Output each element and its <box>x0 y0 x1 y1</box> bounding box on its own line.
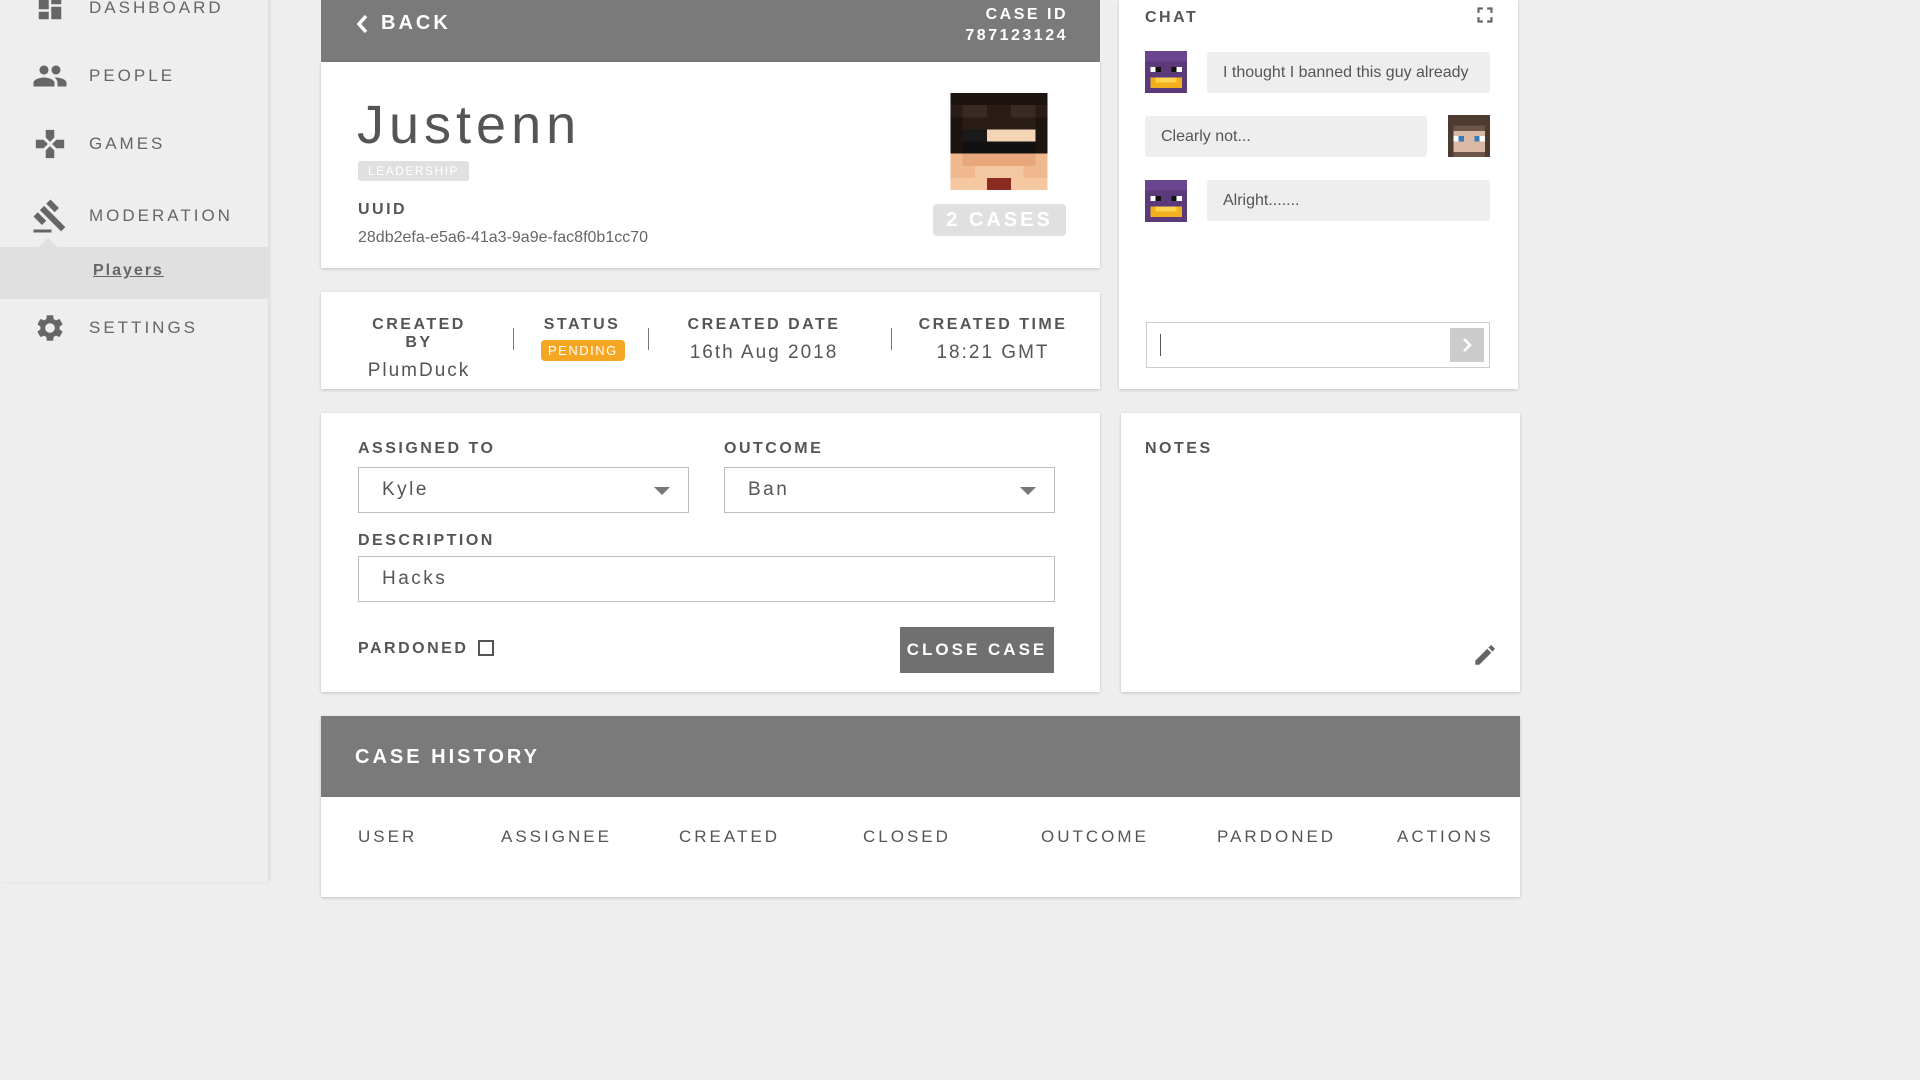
chevron-down-icon <box>1020 487 1036 495</box>
sidebar-subitem-players[interactable]: Players <box>0 247 268 299</box>
text-caret <box>1160 334 1161 356</box>
gavel-icon <box>32 198 68 234</box>
description-label: DESCRIPTION <box>358 532 495 549</box>
sidebar-item-label: SETTINGS <box>89 318 199 337</box>
created-time-value: 18:21 GMT <box>936 342 1050 363</box>
created-date-label: CREATED DATE <box>687 316 841 333</box>
back-button[interactable]: BACK <box>353 12 451 35</box>
sidebar: DASHBOARD PEOPLE GAMES MODERATION Player… <box>0 0 268 882</box>
chat-message: Clearly not... <box>1145 116 1427 157</box>
divider <box>891 328 892 350</box>
sidebar-item-label: DASHBOARD <box>89 0 224 17</box>
column-header-pardoned[interactable]: PARDONED <box>1217 827 1336 847</box>
sidebar-item-label: PEOPLE <box>89 66 176 85</box>
chevron-left-icon <box>356 14 368 33</box>
created-date-value: 16th Aug 2018 <box>689 342 839 363</box>
created-by-value: PlumDuck <box>367 360 471 381</box>
dashboard-icon <box>32 0 68 26</box>
created-time-label: CREATED TIME <box>918 316 1068 333</box>
status-badge: PENDING <box>541 340 625 361</box>
case-history-table: USER ASSIGNEE CREATED CLOSED OUTCOME PAR… <box>321 797 1520 897</box>
column-header-created[interactable]: CREATED <box>679 827 780 847</box>
chat-avatar-plumduck <box>1145 51 1187 93</box>
column-header-assignee[interactable]: ASSIGNEE <box>501 827 612 847</box>
cases-count-badge[interactable]: 2 CASES <box>933 204 1066 236</box>
column-header-closed[interactable]: CLOSED <box>863 827 951 847</box>
divider <box>513 328 514 350</box>
sidebar-subitem-label: Players <box>93 262 164 279</box>
case-edit-card: ASSIGNED TO Kyle OUTCOME Ban DESCRIPTION… <box>321 413 1100 692</box>
sidebar-item-dashboard[interactable]: DASHBOARD <box>0 0 268 28</box>
pardoned-checkbox[interactable] <box>478 640 494 656</box>
player-avatar <box>950 93 1048 190</box>
created-time: CREATED TIME 18:21 GMT <box>918 316 1068 364</box>
case-history-header: CASE HISTORY <box>321 716 1520 797</box>
chat-avatar-user <box>1448 115 1490 157</box>
back-label: BACK <box>381 12 451 34</box>
assigned-to-label: ASSIGNED TO <box>358 440 496 457</box>
send-button[interactable] <box>1450 328 1484 362</box>
divider <box>648 328 649 350</box>
assigned-to-value: Kyle <box>382 479 429 500</box>
uuid-label: UUID <box>358 201 408 218</box>
profile-header: BACK CASE ID 787123124 <box>321 0 1100 62</box>
chat-input[interactable] <box>1146 322 1490 368</box>
column-header-user[interactable]: USER <box>358 827 417 847</box>
pardoned-label: PARDONED <box>358 640 469 657</box>
created-date: CREATED DATE 16th Aug 2018 <box>681 316 847 364</box>
sidebar-item-label: GAMES <box>89 134 166 153</box>
case-id-label: CASE ID <box>985 6 1068 23</box>
created-by: CREATED BY PlumDuck <box>357 316 481 382</box>
sidebar-item-moderation[interactable]: MODERATION <box>0 196 268 236</box>
outcome-select[interactable]: Ban <box>724 467 1055 513</box>
case-history-title: CASE HISTORY <box>355 746 540 768</box>
pencil-icon[interactable] <box>1472 642 1498 668</box>
description-value: Hacks <box>382 568 448 589</box>
case-info-card: CREATED BY PlumDuck STATUS PENDING CREAT… <box>321 292 1100 389</box>
chevron-right-icon <box>1463 338 1472 352</box>
role-badge: LEADERSHIP <box>358 161 470 181</box>
chat-avatar-plumduck <box>1145 180 1187 222</box>
sidebar-item-settings[interactable]: SETTINGS <box>0 308 268 348</box>
sidebar-item-games[interactable]: GAMES <box>0 124 268 164</box>
assigned-to-select[interactable]: Kyle <box>358 467 689 513</box>
chat-panel: CHAT I thought I banned this guy already… <box>1119 0 1518 389</box>
chat-title: CHAT <box>1145 9 1199 26</box>
chat-message: Alright....... <box>1207 180 1490 221</box>
gamepad-icon <box>32 126 68 162</box>
sidebar-item-people[interactable]: PEOPLE <box>0 56 268 96</box>
notes-title: NOTES <box>1145 440 1213 457</box>
description-input[interactable]: Hacks <box>358 556 1055 602</box>
chat-message: I thought I banned this guy already <box>1207 52 1490 93</box>
uuid-value: 28db2efa-e5a6-41a3-9a9e-fac8f0b1cc70 <box>358 229 649 246</box>
gear-icon <box>32 310 68 346</box>
chevron-down-icon <box>654 487 670 495</box>
sidebar-item-label: MODERATION <box>89 206 233 225</box>
outcome-value: Ban <box>748 479 790 500</box>
player-profile-card: Justenn LEADERSHIP UUID 28db2efa-e5a6-41… <box>321 62 1100 268</box>
created-by-label: CREATED BY <box>372 316 466 351</box>
outcome-label: OUTCOME <box>724 440 824 457</box>
people-icon <box>32 58 68 94</box>
column-header-outcome[interactable]: OUTCOME <box>1041 827 1149 847</box>
status: STATUS PENDING <box>541 316 625 361</box>
case-id: CASE ID 787123124 <box>965 4 1068 46</box>
close-case-button[interactable]: CLOSE CASE <box>900 627 1054 673</box>
case-id-value: 787123124 <box>965 27 1068 44</box>
column-header-actions[interactable]: ACTIONS <box>1397 827 1494 847</box>
notes-panel: NOTES <box>1121 413 1520 692</box>
player-name: Justenn <box>357 95 582 155</box>
expand-icon[interactable] <box>1472 2 1498 28</box>
status-label: STATUS <box>543 316 621 333</box>
